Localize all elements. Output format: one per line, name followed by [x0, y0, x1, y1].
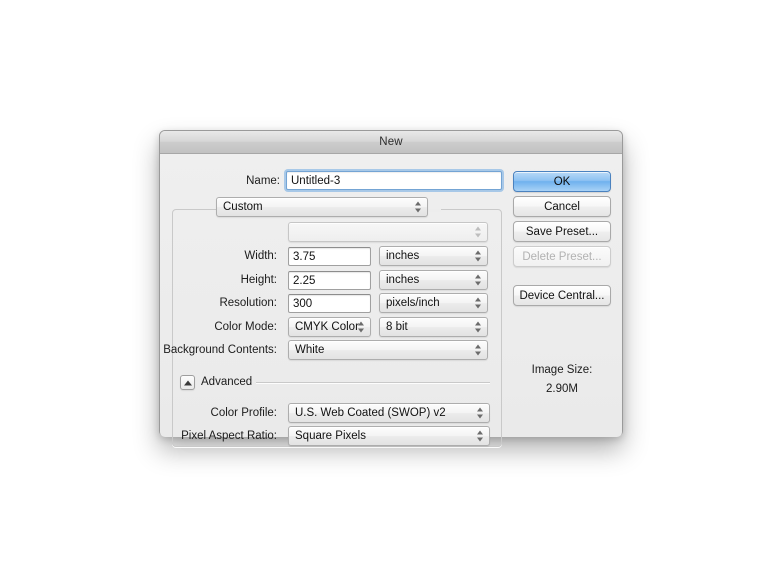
- device-central-button[interactable]: Device Central...: [513, 285, 611, 306]
- advanced-disclosure-button[interactable]: [180, 375, 195, 390]
- width-unit-select[interactable]: inches: [379, 246, 488, 266]
- advanced-divider: [256, 382, 490, 383]
- name-input[interactable]: [286, 171, 502, 190]
- color-mode-label: Color Mode:: [214, 321, 277, 333]
- color-profile-select[interactable]: U.S. Web Coated (SWOP) v2: [288, 403, 490, 423]
- background-contents-select[interactable]: White: [288, 340, 488, 360]
- chevron-updown-icon: [475, 297, 482, 310]
- chevron-updown-icon: [475, 250, 482, 263]
- width-input[interactable]: [288, 247, 371, 266]
- chevron-updown-icon: [475, 226, 482, 239]
- size-select[interactable]: [288, 222, 488, 242]
- width-label: Width:: [244, 250, 277, 262]
- save-preset-button[interactable]: Save Preset...: [513, 221, 611, 242]
- height-unit-value: inches: [386, 274, 419, 286]
- delete-preset-button[interactable]: Delete Preset...: [513, 246, 611, 267]
- ok-button[interactable]: OK: [513, 171, 611, 192]
- preset-select-value: Custom: [223, 201, 263, 213]
- color-mode-select[interactable]: CMYK Color: [288, 317, 371, 337]
- background-contents-value: White: [295, 344, 324, 356]
- chevron-updown-icon: [358, 321, 365, 334]
- dialog-body: Name: Preset: Custom Size: Width: inches…: [160, 154, 622, 437]
- height-input[interactable]: [288, 271, 371, 290]
- cancel-button[interactable]: Cancel: [513, 196, 611, 217]
- resolution-unit-value: pixels/inch: [386, 297, 440, 309]
- chevron-updown-icon: [477, 407, 484, 420]
- height-label: Height:: [241, 274, 277, 286]
- resolution-label: Resolution:: [219, 297, 277, 309]
- pixel-aspect-label: Pixel Aspect Ratio:: [181, 430, 277, 442]
- new-document-dialog: New Name: Preset: Custom Size: Width: in…: [159, 130, 623, 436]
- image-size-value: 2.90M: [513, 383, 611, 395]
- width-unit-value: inches: [386, 250, 419, 262]
- preset-select[interactable]: Custom: [216, 197, 428, 217]
- resolution-input[interactable]: [288, 294, 371, 313]
- chevron-updown-icon: [475, 274, 482, 287]
- color-depth-select[interactable]: 8 bit: [379, 317, 488, 337]
- dialog-title: New: [379, 136, 403, 148]
- pixel-aspect-select[interactable]: Square Pixels: [288, 426, 490, 446]
- name-label: Name:: [246, 175, 280, 187]
- height-unit-select[interactable]: inches: [379, 270, 488, 290]
- chevron-updown-icon: [475, 344, 482, 357]
- color-mode-value: CMYK Color: [295, 321, 359, 333]
- color-depth-value: 8 bit: [386, 321, 408, 333]
- resolution-unit-select[interactable]: pixels/inch: [379, 293, 488, 313]
- color-profile-value: U.S. Web Coated (SWOP) v2: [295, 407, 446, 419]
- color-profile-label: Color Profile:: [211, 407, 277, 419]
- advanced-label: Advanced: [201, 376, 252, 388]
- image-size-label: Image Size:: [513, 364, 611, 376]
- dialog-titlebar: New: [160, 131, 622, 154]
- chevron-updown-icon: [415, 201, 422, 214]
- chevron-updown-icon: [475, 321, 482, 334]
- chevron-updown-icon: [477, 430, 484, 443]
- background-contents-label: Background Contents:: [163, 344, 277, 356]
- pixel-aspect-value: Square Pixels: [295, 430, 366, 442]
